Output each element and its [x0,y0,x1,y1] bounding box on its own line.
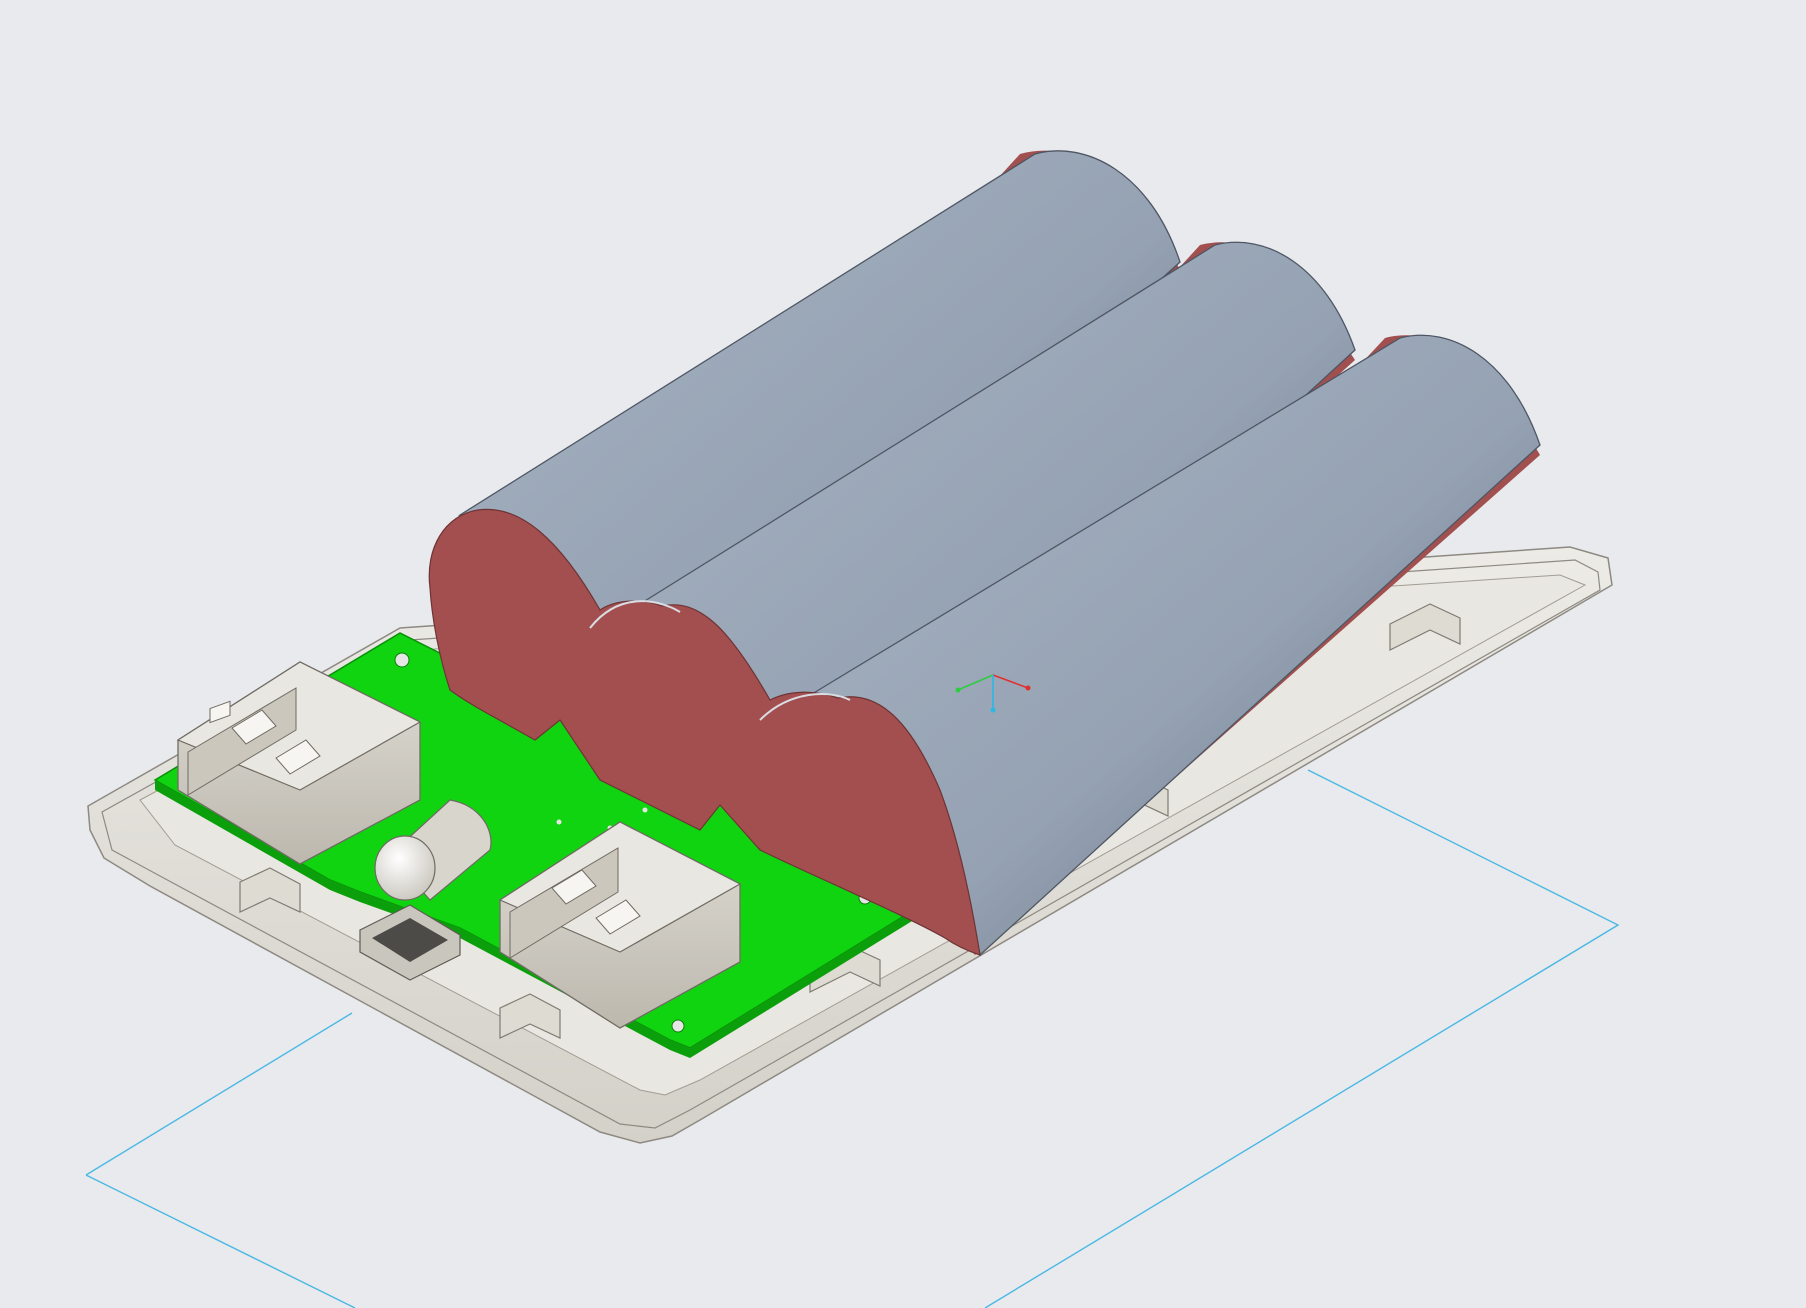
mounting-hole [671,1019,685,1033]
power-bank-3d-model[interactable] [0,0,1806,1308]
cad-viewport[interactable] [0,0,1806,1308]
mounting-hole [394,652,410,668]
